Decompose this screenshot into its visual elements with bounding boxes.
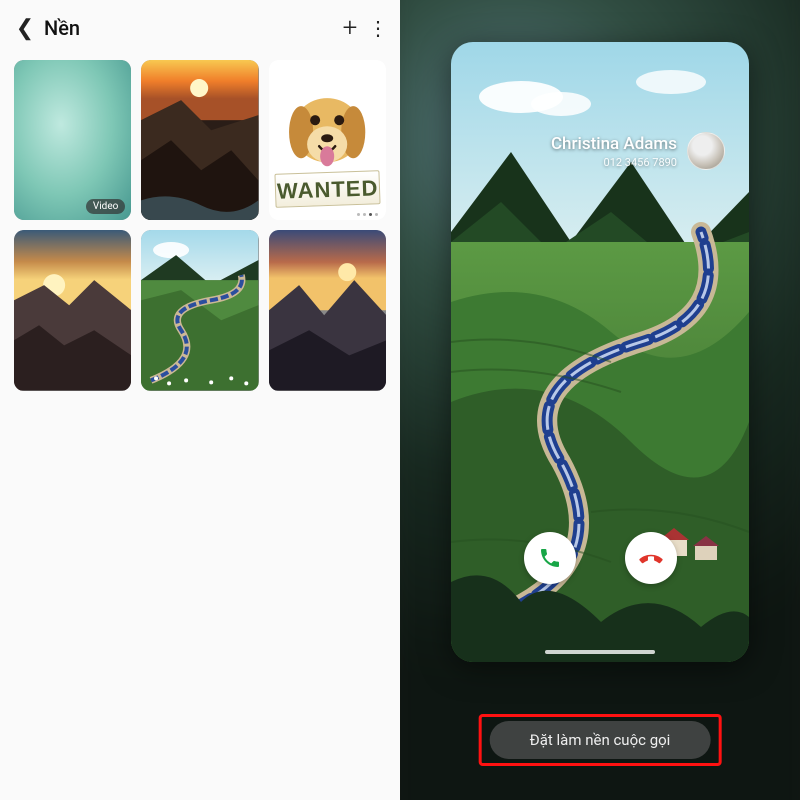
home-indicator[interactable] xyxy=(545,650,655,654)
bg-thumb-dusk-peak[interactable] xyxy=(269,230,386,390)
call-buttons xyxy=(451,532,749,584)
wanted-label: WANTED xyxy=(274,171,380,209)
highlight-box: Đặt làm nền cuộc gọi xyxy=(479,714,722,766)
page-title: Nền xyxy=(44,16,80,40)
avatar xyxy=(687,132,725,170)
phone-preview-screen: Christina Adams 012 3456 7890 Đặt làm nề… xyxy=(400,0,800,800)
video-badge: Video xyxy=(86,199,125,214)
call-preview-card: Christina Adams 012 3456 7890 xyxy=(451,42,749,662)
caller-name: Christina Adams xyxy=(551,134,677,154)
thumb-pager xyxy=(357,213,378,216)
top-bar: ❮ Nền + ⋮ xyxy=(0,0,400,56)
caller-number: 012 3456 7890 xyxy=(551,156,677,169)
set-as-call-background-button[interactable]: Đặt làm nền cuộc gọi xyxy=(490,721,711,759)
reject-call-button[interactable] xyxy=(625,532,677,584)
back-icon[interactable]: ❮ xyxy=(10,16,40,41)
more-icon[interactable]: ⋮ xyxy=(366,16,390,40)
background-grid: Video xyxy=(0,56,400,395)
bg-thumb-train-valley[interactable] xyxy=(141,230,258,390)
bg-thumb-dog-wanted[interactable]: WANTED xyxy=(269,60,386,220)
add-icon[interactable]: + xyxy=(334,13,366,43)
caller-info: Christina Adams 012 3456 7890 xyxy=(475,132,725,170)
bg-thumb-rocks-sunset[interactable] xyxy=(141,60,258,220)
accept-call-button[interactable] xyxy=(524,532,576,584)
bg-thumb-teal[interactable]: Video xyxy=(14,60,131,220)
bg-thumb-sunrise[interactable] xyxy=(14,230,131,390)
phone-backgrounds-screen: ❮ Nền + ⋮ Video xyxy=(0,0,400,800)
